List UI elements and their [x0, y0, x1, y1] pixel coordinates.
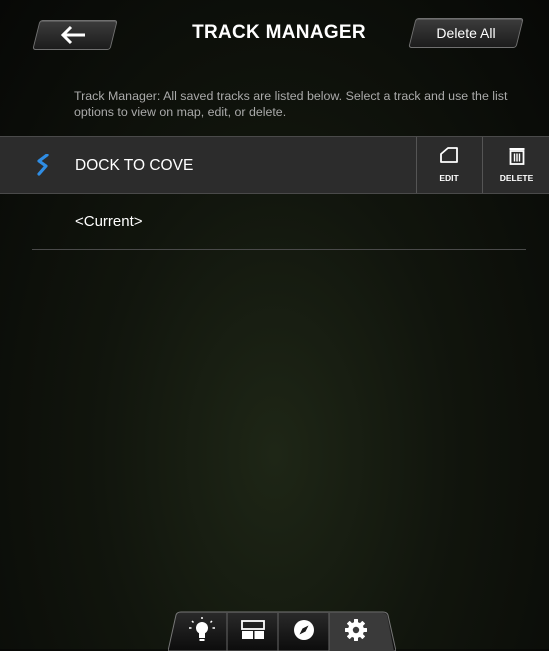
back-button[interactable] — [32, 20, 118, 50]
gear-icon — [345, 619, 367, 641]
track-row-selected[interactable]: DOCK TO COVE EDIT DELETE — [0, 136, 549, 194]
track-name: DOCK TO COVE — [75, 157, 194, 174]
nav-lighting[interactable] — [176, 611, 228, 649]
edit-label: EDIT — [439, 173, 459, 183]
trash-icon — [509, 148, 524, 165]
track-row-current[interactable]: <Current> — [32, 193, 526, 250]
track-name: <Current> — [75, 213, 143, 230]
delete-all-button[interactable]: Delete All — [408, 18, 524, 48]
arrow-left-icon — [60, 25, 85, 45]
edit-button[interactable]: EDIT — [416, 137, 481, 193]
track-icon — [37, 154, 49, 176]
nav-settings[interactable] — [330, 611, 382, 649]
delete-all-label: Delete All — [436, 25, 496, 41]
bottom-nav — [168, 611, 396, 651]
layout-icon — [241, 620, 265, 639]
delete-button[interactable]: DELETE — [482, 137, 549, 193]
delete-label: DELETE — [499, 173, 534, 183]
nav-navigation[interactable] — [278, 611, 330, 649]
nav-layout[interactable] — [227, 611, 279, 649]
compass-icon — [294, 620, 314, 640]
top-bar: TRACK MANAGER Delete All — [0, 0, 549, 60]
lightbulb-icon — [189, 617, 215, 641]
edit-icon — [440, 147, 458, 163]
info-text: Track Manager: All saved tracks are list… — [74, 89, 508, 119]
page-title: TRACK MANAGER — [192, 22, 366, 43]
